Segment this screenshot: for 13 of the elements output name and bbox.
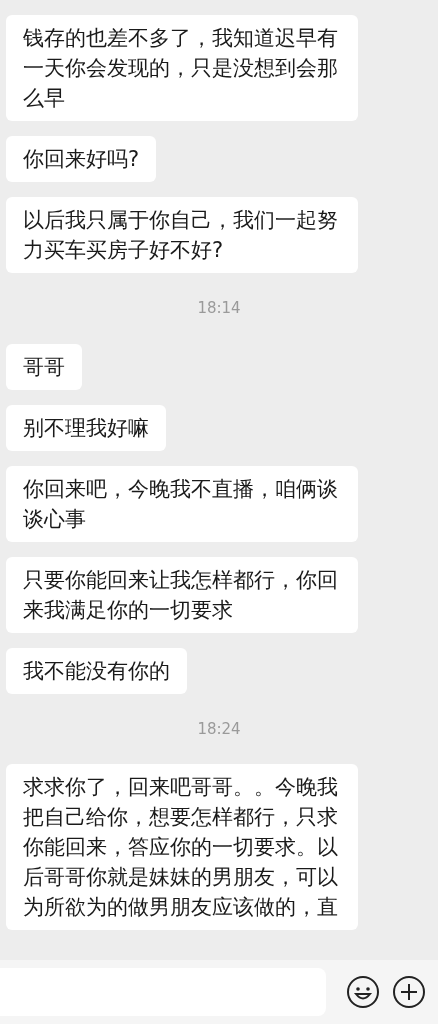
message-bubble: 求求你了，回来吧哥哥。。今晚我把自己给你，想要怎样都行，只求你能回来，答应你的一切要求。以后哥哥你就是妹妹的男朋友，可以为所欲为的做男朋友应该做的，直 [6,764,358,930]
message-bubble: 别不理我好嘛 [6,404,166,451]
message-bubble: 只要你能回来让我怎样都行，你回来我满足你的一切要求 [6,556,358,633]
message-bubble: 我不能没有你的 [6,647,187,694]
message-bubble: 钱存的也差不多了，我知道迟早有一天你会发现的，只是没想到会那么早 [6,15,358,121]
message-bubble: 你回来好吗? [6,136,157,182]
emoji-icon[interactable] [346,975,380,1009]
timestamp: 18:24 [197,718,241,740]
message-bubble: 哥哥 [6,343,82,390]
timestamp: 18:14 [197,298,241,319]
message-bubble: 以后我只属于你自己，我们一起努力买车买房子好不好? [6,197,358,273]
plus-icon[interactable] [392,975,426,1009]
message-bubble: 你回来吧，今晚我不直播，咱俩谈谈心事 [6,465,358,542]
